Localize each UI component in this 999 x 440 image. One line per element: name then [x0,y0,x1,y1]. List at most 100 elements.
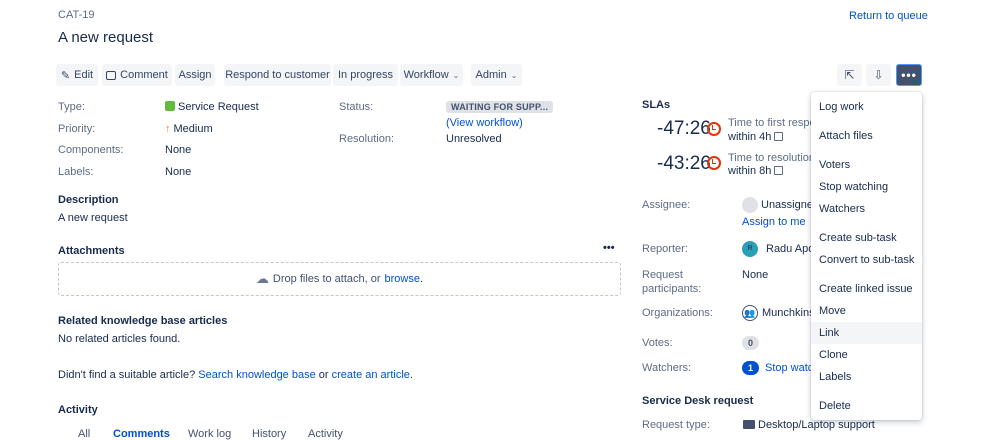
tab-history[interactable]: History [252,428,286,440]
request-type-text: Desktop/Laptop support [758,419,875,431]
priority-label: Priority: [58,123,96,135]
respond-to-customer-button[interactable]: Respond to customer [224,64,331,86]
sla-time: -47:26 [657,118,711,139]
period: . [409,369,413,381]
watchers-label: Watchers: [642,362,692,374]
menu-item-delete[interactable]: Delete [811,395,922,417]
description-text[interactable]: A new request [58,212,128,224]
labels-value[interactable]: None [165,166,191,178]
unassigned-avatar-icon [742,197,758,213]
in-progress-button[interactable]: In progress [333,64,398,86]
page-title: A new request [58,29,154,46]
menu-item-move[interactable]: Move [811,300,922,322]
more-actions-button[interactable]: ••• [896,64,922,86]
menu-item-convert-to-sub-task[interactable]: Convert to sub-task [811,249,922,271]
organization-icon: 👥 [742,305,758,321]
comment-button[interactable]: Comment [102,64,172,86]
admin-label: Admin [475,69,507,81]
menu-item-create-sub-task[interactable]: Create sub-task [811,227,922,249]
menu-item-stop-watching[interactable]: Stop watching [811,176,922,198]
laptop-icon [743,420,755,429]
assign-to-me-link[interactable]: Assign to me [742,216,806,228]
arrow-up-icon: ↑ [165,123,171,135]
create-article-link[interactable]: create an article [332,369,410,381]
workflow-label: Workflow [403,69,449,81]
type-label: Type: [58,101,85,113]
search-kb-link[interactable]: Search knowledge base [198,369,315,381]
votes-label: Votes: [642,337,673,349]
description-heading: Description [58,194,119,206]
sla-name: Time to first respon [728,117,822,129]
request-type-value[interactable]: Desktop/Laptop support [743,419,875,431]
sla-target: within 8h [728,165,784,177]
status-label: Status: [339,101,374,113]
status-badge[interactable]: WAITING FOR SUPP... [446,101,554,113]
kb-heading: Related knowledge base articles [58,315,228,327]
more-actions-menu: Log work Attach files Voters Stop watchi… [811,92,922,420]
or-text: or [318,369,329,381]
share-button[interactable]: ⇱ [837,64,862,86]
drop-text: Drop files to attach, or [272,273,381,285]
organizations-value[interactable]: Munchkins [762,307,811,319]
admin-dropdown[interactable]: Admin ⌄ [471,64,522,86]
kb-prompt-text: Didn't find a suitable article? [58,369,196,381]
tab-activity[interactable]: Activity [308,428,343,440]
menu-item-clone[interactable]: Clone [811,344,922,366]
attachment-dropzone[interactable]: ☁ Drop files to attach, or browse. [58,262,621,296]
stop-watching-link[interactable]: Stop watch [765,362,811,374]
menu-item-watchers[interactable]: Watchers [811,198,922,220]
components-value[interactable]: None [165,144,191,156]
calendar-icon [774,132,784,141]
organizations-label: Organizations: [642,307,713,319]
kb-empty-text: No related articles found. [58,333,181,345]
priority-text: Medium [173,123,213,135]
export-icon: ⇩ [873,68,884,82]
attachments-heading: Attachments [58,245,125,257]
kb-prompt: Didn't find a suitable article? Search k… [58,369,413,381]
attachments-more-icon[interactable]: ••• [603,242,615,254]
more-icon: ••• [901,68,917,82]
resolution-value: Unresolved [446,133,502,145]
calendar-icon [774,166,784,175]
clock-icon [707,122,721,136]
menu-item-log-work[interactable]: Log work [811,96,922,118]
menu-item-link[interactable]: Link [811,321,922,344]
tab-comments[interactable]: Comments [113,428,170,440]
service-request-icon [165,101,175,111]
issue-key[interactable]: CAT-19 [58,9,94,21]
sla-target-text: within 8h [728,165,772,177]
return-to-queue-link[interactable]: Return to queue [849,10,928,22]
menu-item-attach-files[interactable]: Attach files [811,125,922,147]
assign-button[interactable]: Assign [175,64,215,86]
labels-label: Labels: [58,166,94,178]
menu-item-voters[interactable]: Voters [811,154,922,176]
reporter-value[interactable]: Radu Apos [766,243,811,255]
tab-all[interactable]: All [78,428,90,440]
assignee-value[interactable]: Unassigned [761,199,811,211]
sla-name: Time to resolution [728,152,816,164]
browse-link[interactable]: browse. [385,273,424,285]
activity-heading: Activity [58,404,98,416]
workflow-dropdown[interactable]: Workflow ⌄ [400,64,463,86]
comment-label: Comment [120,69,168,81]
priority-value[interactable]: ↑ Medium [165,123,213,135]
votes-badge[interactable]: 0 [742,336,759,350]
assignee-label: Assignee: [642,199,691,211]
participants-value[interactable]: None [742,269,768,281]
reporter-label: Reporter: [642,243,688,255]
edit-button[interactable]: ✎ Edit [56,64,98,86]
tab-work-log[interactable]: Work log [188,428,231,440]
menu-item-labels[interactable]: Labels [811,366,922,388]
type-value[interactable]: Service Request [165,101,259,113]
edit-label: Edit [74,69,94,81]
view-workflow-link[interactable]: (View workflow) [446,117,523,129]
export-button[interactable]: ⇩ [866,64,891,86]
menu-item-create-linked-issue[interactable]: Create linked issue [811,278,922,300]
components-label: Components: [58,144,124,156]
comment-icon [106,70,117,80]
chevron-down-icon: ⌄ [452,70,460,80]
watchers-badge[interactable]: 1 [742,361,759,375]
pencil-icon: ✎ [60,69,71,82]
chevron-down-icon: ⌄ [510,70,518,80]
participants-label-2: participants: [642,283,702,295]
